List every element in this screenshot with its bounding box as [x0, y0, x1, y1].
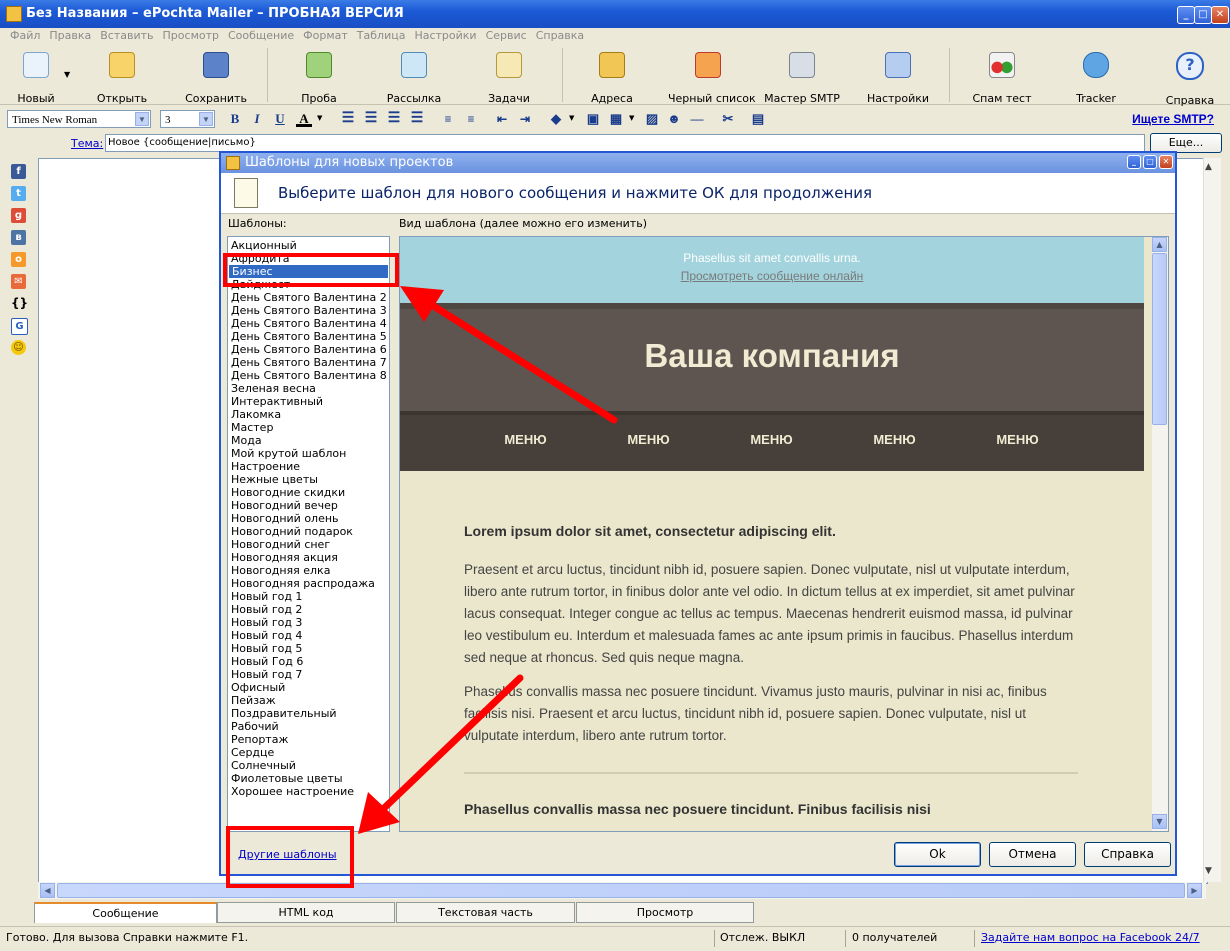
- annotation-arrow-1: [420, 296, 618, 424]
- annotation-arrowhead-1: [400, 286, 444, 322]
- annotation-arrows: [358, 286, 618, 834]
- annotation-arrow-2: [376, 674, 524, 816]
